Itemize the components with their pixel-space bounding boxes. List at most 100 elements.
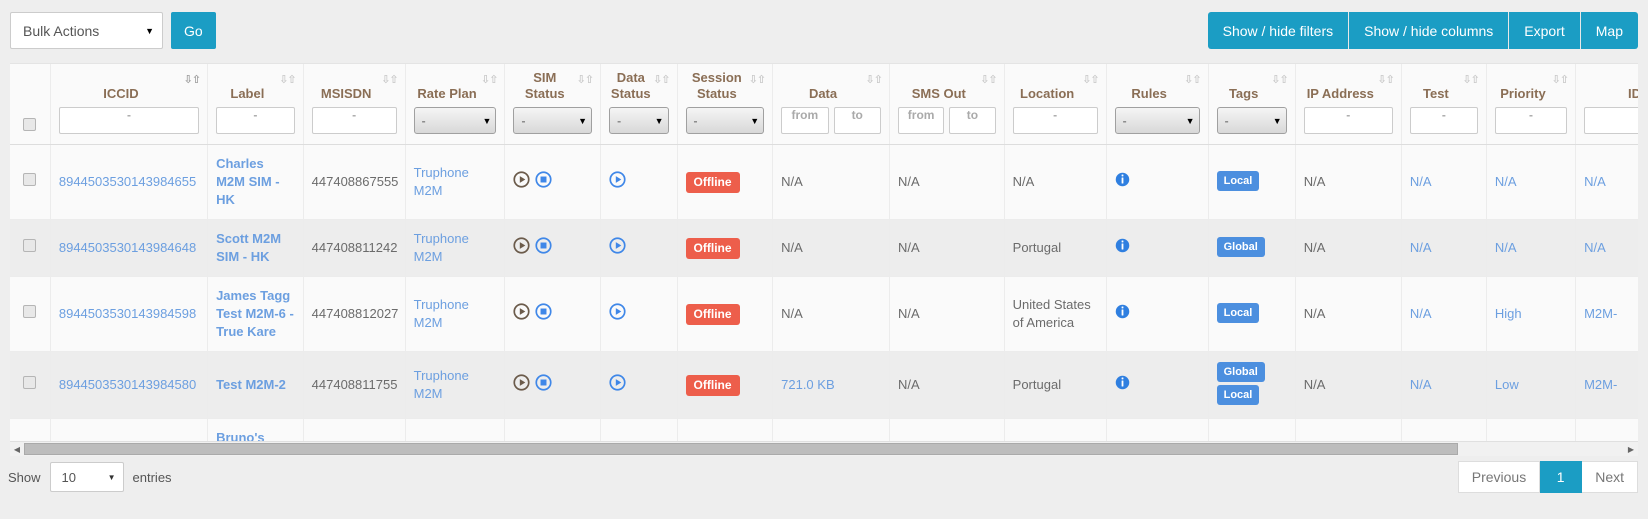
sort-desc-icon[interactable]: ⇩⇧ (184, 73, 201, 86)
stop-circle-icon[interactable] (535, 374, 553, 396)
th-label[interactable]: ⇩⇧ Label - (207, 64, 304, 145)
entries-per-page-select[interactable]: 10 ▼ (49, 462, 124, 492)
th-iccid[interactable]: ⇩⇧ ICCID - (50, 64, 209, 145)
show-hide-filters-button[interactable]: Show / hide filters (1207, 12, 1350, 49)
filter-tags-select[interactable]: - ▼ (1216, 107, 1287, 134)
filter-data-from-input[interactable]: from (781, 107, 829, 134)
rate-plan-link[interactable]: Truphone M2M (414, 368, 469, 401)
play-circle-icon[interactable] (609, 374, 626, 396)
test-link[interactable]: N/A (1410, 174, 1432, 189)
sort-both-icon[interactable]: ⇩⇧ (1271, 73, 1288, 86)
play-circle-icon[interactable] (609, 303, 626, 325)
play-circle-icon[interactable] (513, 171, 531, 193)
info-icon[interactable] (1115, 238, 1130, 256)
play-circle-icon[interactable] (609, 237, 626, 259)
test-link[interactable]: N/A (1410, 240, 1432, 255)
scrollbar-track[interactable] (24, 442, 1624, 457)
table-row[interactable]: 8944503530143984598 James Tagg Test M2M-6… (10, 276, 1638, 352)
stop-circle-icon[interactable] (535, 303, 553, 325)
scrollbar-thumb[interactable] (24, 442, 1458, 455)
id-link[interactable]: M2M- (1584, 377, 1617, 392)
iccid-link[interactable]: 8944503530143984648 (59, 240, 196, 255)
play-circle-icon[interactable] (609, 171, 626, 193)
map-button[interactable]: Map (1580, 12, 1638, 49)
label-link[interactable]: Test M2M-2 (216, 377, 286, 392)
tag-badge[interactable]: Local (1216, 170, 1260, 191)
filter-ip-address-input[interactable]: - (1303, 107, 1393, 134)
show-hide-columns-button[interactable]: Show / hide columns (1349, 12, 1510, 49)
filter-sms-out-to-input[interactable]: to (949, 107, 996, 134)
id-link[interactable]: N/A (1584, 240, 1606, 255)
sort-both-icon[interactable]: ⇩⇧ (749, 73, 766, 86)
table-row[interactable]: 8944503526144464374 Bruno's Personal Trup… (10, 418, 1638, 441)
th-session-status[interactable]: ⇩⇧ Session Status - ▼ (677, 64, 774, 145)
info-icon[interactable] (1115, 172, 1130, 190)
horizontal-scrollbar[interactable]: ◀ ▶ (10, 441, 1638, 456)
select-all-checkbox[interactable] (23, 118, 37, 131)
sort-both-icon[interactable]: ⇩⇧ (1462, 73, 1479, 86)
filter-test-input[interactable]: - (1409, 107, 1478, 134)
go-button[interactable]: Go (171, 12, 216, 49)
th-sim-status[interactable]: ⇩⇧ SIM Status - ▼ (504, 64, 602, 145)
info-icon[interactable] (1115, 375, 1130, 393)
th-rate-plan[interactable]: ⇩⇧ Rate Plan - ▼ (405, 64, 506, 145)
info-icon[interactable] (1115, 304, 1130, 322)
sort-both-icon[interactable]: ⇩⇧ (1184, 73, 1201, 86)
th-test[interactable]: ⇩⇧ Test - (1401, 64, 1487, 145)
stop-circle-icon[interactable] (535, 237, 553, 259)
filter-sms-out-from-input[interactable]: from (897, 107, 945, 134)
pagination-previous-button[interactable]: Previous (1457, 461, 1541, 493)
tag-badge[interactable]: Global (1216, 236, 1265, 257)
filter-label-input[interactable]: - (216, 107, 295, 134)
row-checkbox[interactable] (23, 305, 37, 318)
priority-link[interactable]: High (1495, 306, 1522, 321)
th-data-status[interactable]: ⇩⇧ Data Status - ▼ (600, 64, 678, 145)
th-priority[interactable]: ⇩⇧ Priority - (1486, 64, 1577, 145)
iccid-link[interactable]: 8944503530143984598 (59, 306, 196, 321)
play-circle-icon[interactable] (513, 237, 531, 259)
tag-badge[interactable]: Local (1216, 385, 1260, 405)
sort-both-icon[interactable]: ⇩⇧ (1552, 73, 1569, 86)
iccid-link[interactable]: 8944503530143984655 (59, 174, 196, 189)
sort-both-icon[interactable]: ⇩⇧ (577, 73, 594, 86)
priority-link[interactable]: N/A (1495, 174, 1517, 189)
label-link[interactable]: Bruno's Personal Truphone Mobile (216, 430, 275, 441)
data-link[interactable]: 721.0 KB (781, 377, 835, 392)
pagination-next-button[interactable]: Next (1582, 461, 1638, 493)
filter-id-input[interactable]: - (1584, 107, 1638, 134)
play-circle-icon[interactable] (513, 374, 531, 396)
filter-rules-select[interactable]: - ▼ (1114, 107, 1200, 134)
th-ip-address[interactable]: ⇩⇧ IP Address - (1295, 64, 1402, 145)
sort-both-icon[interactable]: ⇩⇧ (653, 73, 670, 86)
filter-priority-input[interactable]: - (1494, 107, 1568, 134)
th-rules[interactable]: ⇩⇧ Rules - ▼ (1106, 64, 1209, 145)
sim-table-container[interactable]: ⇩⇧ ICCID - ⇩⇧ Label - ⇩⇧ MSISDN - ⇩⇧ Rat… (10, 63, 1638, 441)
priority-link[interactable]: N/A (1495, 240, 1517, 255)
rate-plan-link[interactable]: Truphone M2M (414, 297, 469, 330)
scroll-right-arrow-icon[interactable]: ▶ (1624, 445, 1638, 454)
table-row[interactable]: 8944503530143984648 Scott M2M SIM - HK 447… (10, 219, 1638, 277)
tag-badge[interactable]: Global (1216, 362, 1265, 382)
scroll-left-arrow-icon[interactable]: ◀ (10, 445, 24, 454)
th-tags[interactable]: ⇩⇧ Tags - ▼ (1208, 64, 1296, 145)
filter-session-status-select[interactable]: - ▼ (685, 107, 765, 134)
sort-both-icon[interactable]: ⇩⇧ (1082, 73, 1099, 86)
sort-both-icon[interactable]: ⇩⇧ (279, 73, 296, 86)
row-checkbox[interactable] (23, 173, 37, 186)
play-circle-icon[interactable] (513, 303, 531, 325)
filter-rate-plan-select[interactable]: - ▼ (413, 107, 497, 134)
th-sms-out[interactable]: ⇩⇧ SMS Out from to (889, 64, 1005, 145)
id-link[interactable]: N/A (1584, 174, 1606, 189)
table-row[interactable]: 8944503530143984580 Test M2M-2 44740881175… (10, 351, 1638, 419)
sort-both-icon[interactable]: ⇩⇧ (381, 73, 398, 86)
sort-both-icon[interactable]: ⇩⇧ (1377, 73, 1394, 86)
label-link[interactable]: James Tagg Test M2M-6 - True Kare (216, 288, 294, 339)
filter-iccid-input[interactable]: - (58, 107, 200, 134)
th-data[interactable]: ⇩⇧ Data from to (772, 64, 890, 145)
priority-link[interactable]: Low (1495, 377, 1519, 392)
export-button[interactable]: Export (1509, 12, 1581, 49)
id-link[interactable]: M2M- (1584, 306, 1617, 321)
th-id[interactable]: ID - (1575, 64, 1638, 145)
label-link[interactable]: Charles M2M SIM - HK (216, 156, 280, 207)
row-checkbox[interactable] (23, 239, 37, 252)
